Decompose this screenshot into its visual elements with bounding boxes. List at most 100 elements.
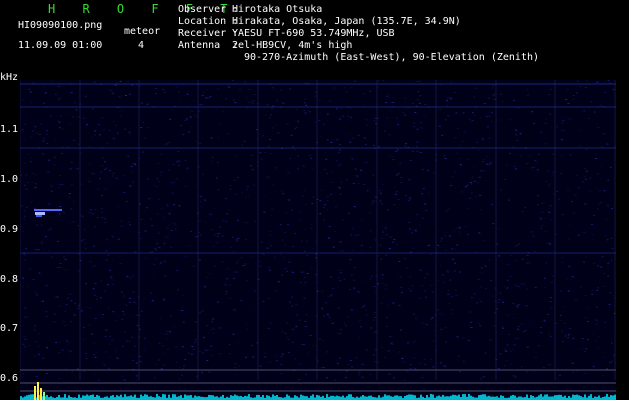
- noise-speck: [120, 291, 123, 293]
- noise-speck: [415, 370, 418, 372]
- noise-speck: [150, 218, 152, 220]
- noise-speck: [48, 229, 51, 231]
- noise-speck: [46, 142, 49, 144]
- noise-speck: [415, 214, 418, 216]
- floor-bar: [482, 394, 484, 400]
- noise-speck: [164, 275, 167, 277]
- noise-speck: [550, 219, 553, 221]
- noise-speck: [500, 93, 503, 95]
- antenna-value-2: 90-270-Azimuth (East-West), 90-Elevation…: [244, 52, 540, 63]
- noise-speck: [572, 98, 575, 100]
- filename: HI09090100.png: [18, 20, 103, 31]
- noise-speck: [66, 344, 68, 346]
- noise-speck: [81, 216, 84, 217]
- noise-speck: [501, 326, 504, 328]
- noise-speck: [250, 100, 253, 102]
- noise-speck: [448, 235, 451, 237]
- noise-speck: [580, 348, 583, 350]
- noise-speck: [469, 311, 472, 313]
- noise-speck: [264, 352, 267, 354]
- noise-speck: [158, 342, 161, 344]
- noise-speck: [586, 80, 589, 82]
- noise-speck: [404, 97, 407, 99]
- noise-speck: [259, 365, 262, 367]
- noise-speck: [189, 117, 192, 119]
- noise-speck: [401, 292, 403, 293]
- noise-speck: [91, 108, 94, 110]
- noise-speck: [584, 164, 587, 166]
- noise-speck: [97, 314, 100, 315]
- spectrogram: [20, 80, 616, 400]
- noise-speck: [424, 290, 426, 292]
- noise-speck: [419, 152, 422, 153]
- noise-speck: [28, 345, 31, 346]
- noise-speck: [346, 335, 348, 337]
- noise-speck: [377, 80, 380, 82]
- noise-speck: [600, 266, 602, 268]
- noise-speck: [216, 235, 219, 237]
- noise-speck: [456, 227, 459, 229]
- noise-speck: [40, 123, 43, 125]
- noise-speck: [123, 379, 126, 381]
- noise-speck: [228, 353, 231, 355]
- noise-speck: [452, 176, 454, 177]
- noise-speck: [216, 162, 219, 163]
- noise-speck: [45, 133, 48, 135]
- noise-speck: [559, 374, 561, 376]
- noise-speck: [358, 371, 361, 373]
- noise-speck: [597, 348, 599, 349]
- noise-speck: [151, 274, 154, 276]
- noise-speck: [416, 80, 419, 82]
- noise-speck: [343, 278, 346, 280]
- noise-speck: [321, 307, 323, 309]
- noise-speck: [39, 300, 42, 302]
- noise-speck: [280, 89, 283, 91]
- noise-speck: [505, 350, 508, 352]
- noise-speck: [597, 287, 600, 289]
- noise-speck: [422, 217, 425, 219]
- noise-speck: [449, 97, 452, 99]
- noise-speck: [30, 201, 33, 203]
- noise-speck: [414, 368, 417, 369]
- noise-speck: [380, 203, 383, 205]
- noise-speck: [268, 117, 271, 119]
- noise-speck: [287, 199, 290, 201]
- noise-speck: [70, 208, 73, 210]
- noise-speck: [92, 288, 95, 290]
- noise-speck: [169, 332, 172, 334]
- noise-speck: [272, 105, 274, 107]
- noise-speck: [115, 351, 118, 353]
- noise-speck: [389, 109, 392, 111]
- floor-bar: [606, 394, 608, 400]
- noise-speck: [100, 280, 103, 282]
- noise-speck: [47, 250, 50, 252]
- noise-speck: [365, 349, 368, 351]
- noise-speck: [497, 228, 500, 230]
- noise-speck: [382, 231, 385, 233]
- noise-speck: [401, 357, 404, 359]
- noise-speck: [456, 244, 459, 246]
- noise-speck: [162, 89, 165, 91]
- noise-speck: [54, 140, 57, 142]
- noise-speck: [306, 254, 309, 256]
- floor-bar: [588, 395, 590, 400]
- noise-speck: [192, 348, 195, 350]
- noise-speck: [219, 226, 221, 228]
- noise-speck: [361, 376, 364, 378]
- noise-speck: [388, 134, 391, 136]
- noise-speck: [534, 356, 537, 358]
- floor-bar: [470, 395, 472, 400]
- noise-speck: [515, 129, 518, 131]
- floor-bar: [560, 394, 562, 400]
- noise-speck: [154, 248, 157, 250]
- noise-speck: [314, 121, 317, 123]
- noise-speck: [281, 331, 284, 333]
- noise-speck: [538, 345, 540, 347]
- noise-speck: [453, 230, 456, 232]
- noise-speck: [585, 348, 588, 350]
- noise-speck: [147, 178, 150, 180]
- noise-speck: [59, 266, 62, 268]
- noise-speck: [331, 288, 334, 289]
- noise-speck: [205, 349, 208, 351]
- noise-speck: [104, 335, 107, 337]
